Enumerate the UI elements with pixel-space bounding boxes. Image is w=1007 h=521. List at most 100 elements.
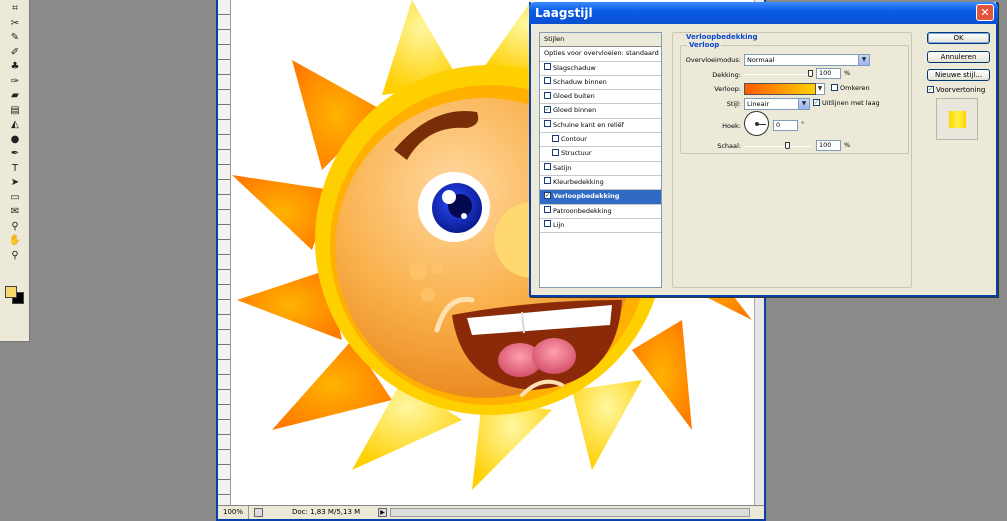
clone-stamp-icon[interactable]: ♣: [7, 60, 23, 73]
dialog-title: Laagstijl: [535, 6, 593, 20]
gradient-icon[interactable]: ▤: [7, 104, 23, 117]
brush-icon[interactable]: ✐: [7, 46, 23, 59]
opacity-slider-thumb[interactable]: [808, 70, 813, 77]
eyedropper-icon[interactable]: ⚲: [7, 220, 23, 233]
reverse-checkbox-row[interactable]: Omkeren: [831, 83, 870, 92]
effect-label: Gloed buiten: [553, 92, 595, 101]
effect-checkbox[interactable]: [544, 120, 551, 128]
opacity-percent: %: [844, 69, 851, 77]
path-selection-icon[interactable]: ➤: [7, 176, 23, 189]
effect-item-contour[interactable]: Contour: [540, 133, 661, 148]
slice-icon[interactable]: ✂: [7, 17, 23, 30]
blending-options-item[interactable]: Opties voor overvloeien: standaard: [540, 47, 661, 62]
effect-checkbox[interactable]: [544, 177, 551, 185]
effect-label: Verloopbedekking: [553, 192, 620, 201]
status-options-icon[interactable]: [254, 508, 263, 517]
effect-checkbox[interactable]: [544, 206, 551, 214]
healing-brush-icon[interactable]: ✎: [7, 31, 23, 44]
effect-item-gloed-buiten[interactable]: Gloed buiten: [540, 90, 661, 105]
effect-label: Patroonbedekking: [553, 206, 612, 215]
history-brush-icon[interactable]: ✑: [7, 75, 23, 88]
effect-item-schuine-kant-en-reli-f[interactable]: Schuine kant en reliëf: [540, 119, 661, 134]
effect-checkbox[interactable]: [544, 63, 551, 71]
chevron-down-icon: ▼: [858, 55, 869, 65]
blend-mode-value: Normaal: [747, 56, 775, 64]
preview-checkbox-row[interactable]: ✓ Voorvertoning: [927, 85, 986, 94]
type-icon[interactable]: T: [7, 162, 23, 175]
status-menu-arrow-icon[interactable]: ▶: [378, 508, 387, 517]
gradient-overlay-panel: Verloopbedekking Verloop Overvloeimodus:…: [672, 32, 912, 288]
group-title: Verloop: [687, 41, 722, 49]
hand-icon[interactable]: ✋: [7, 234, 23, 247]
panel-title: Verloopbedekking: [684, 33, 760, 41]
effect-item-patroonbedekking[interactable]: Patroonbedekking: [540, 205, 661, 219]
effect-item-schaduw-binnen[interactable]: Schaduw binnen: [540, 76, 661, 91]
gradient-label: Verloop:: [714, 85, 741, 93]
effect-checkbox[interactable]: ✓: [544, 105, 551, 113]
notes-icon[interactable]: ✉: [7, 205, 23, 218]
status-bar: 100% Doc: 1,83 M/5,13 M ▶: [218, 505, 764, 519]
blend-mode-label: Overvloeimodus:: [685, 56, 741, 64]
document-size-info: Doc: 1,83 M/5,13 M: [292, 508, 361, 516]
layer-style-dialog: Laagstijl ✕ Stijlen Opties voor overvloe…: [529, 2, 998, 297]
pen-icon[interactable]: ✒: [7, 147, 23, 160]
effect-checkbox[interactable]: [552, 148, 559, 156]
effect-item-satijn[interactable]: Satijn: [540, 162, 661, 176]
effect-checkbox[interactable]: [544, 77, 551, 85]
effect-label: Lijn: [553, 220, 565, 229]
effect-checkbox[interactable]: [544, 163, 551, 171]
new-style-button[interactable]: Nieuwe stijl...: [927, 69, 990, 81]
gradient-picker[interactable]: [744, 83, 816, 95]
effect-item-structuur[interactable]: Structuur: [540, 147, 661, 162]
close-button[interactable]: ✕: [976, 4, 994, 21]
cancel-button[interactable]: Annuleren: [927, 51, 990, 63]
angle-input[interactable]: 0: [773, 120, 798, 131]
effect-checkbox[interactable]: [544, 91, 551, 99]
blend-mode-select[interactable]: Normaal ▼: [744, 54, 870, 66]
scale-percent: %: [844, 141, 851, 149]
effect-item-kleurbedekking[interactable]: Kleurbedekking: [540, 176, 661, 191]
scale-label: Schaal:: [717, 142, 741, 150]
effect-item-verloopbedekking[interactable]: ✓ Verloopbedekking: [540, 190, 661, 205]
effect-label: Structuur: [561, 149, 592, 158]
effect-checkbox[interactable]: [552, 134, 559, 142]
angle-dial[interactable]: [744, 111, 769, 136]
horizontal-scrollbar[interactable]: [390, 508, 750, 517]
foreground-color-swatch[interactable]: [5, 286, 17, 298]
opacity-input[interactable]: 100: [816, 68, 841, 79]
reverse-checkbox[interactable]: [831, 83, 838, 91]
eraser-icon[interactable]: ▰: [7, 89, 23, 102]
dodge-icon[interactable]: ●: [7, 133, 23, 146]
blur-icon[interactable]: ◭: [7, 118, 23, 131]
shape-icon[interactable]: ▭: [7, 191, 23, 204]
preview-label: Voorvertoning: [936, 86, 986, 94]
angle-label: Hoek:: [722, 122, 741, 130]
zoom-icon[interactable]: ⚲: [7, 249, 23, 262]
chevron-down-icon: ▼: [798, 99, 809, 109]
crop-icon[interactable]: ⌗: [7, 2, 23, 15]
scale-slider-thumb[interactable]: [785, 142, 791, 149]
styles-header[interactable]: Stijlen: [540, 33, 661, 48]
effect-item-gloed-binnen[interactable]: ✓ Gloed binnen: [540, 104, 661, 119]
dialog-titlebar[interactable]: Laagstijl ✕: [529, 2, 998, 24]
effect-item-lijn[interactable]: Lijn: [540, 219, 661, 234]
zoom-level[interactable]: 100%: [221, 506, 249, 519]
effect-label: Satijn: [553, 163, 572, 172]
preview-swatch: [949, 111, 966, 128]
ok-button[interactable]: OK: [927, 32, 990, 44]
effect-checkbox[interactable]: ✓: [544, 191, 551, 199]
effect-item-slagschaduw[interactable]: Slagschaduw: [540, 62, 661, 76]
effect-label: Contour: [561, 135, 587, 144]
gradient-dropdown[interactable]: ▼: [816, 83, 825, 95]
opacity-slider-track[interactable]: [744, 74, 811, 75]
align-checkbox[interactable]: ✓: [813, 98, 820, 106]
scale-slider-track[interactable]: [744, 146, 811, 147]
align-label: Uitlijnen met laag: [822, 99, 880, 107]
align-checkbox-row[interactable]: ✓ Uitlijnen met laag: [813, 98, 880, 107]
style-select[interactable]: Lineair ▼: [744, 98, 810, 110]
tools-palette: ⌗ ✂ ✎ ✐ ♣ ✑ ▰ ▤ ◭ ● ✒ T ➤ ▭ ✉ ⚲ ✋ ⚲: [0, 0, 30, 342]
preview-checkbox[interactable]: ✓: [927, 85, 934, 93]
effect-checkbox[interactable]: [544, 220, 551, 228]
scale-input[interactable]: 100: [816, 140, 841, 151]
effect-label: Schuine kant en reliëf: [553, 120, 624, 129]
